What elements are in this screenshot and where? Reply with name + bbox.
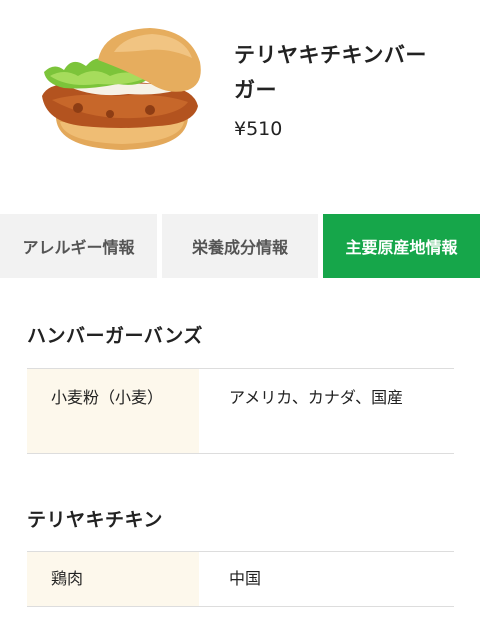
- tab-nutrition-info[interactable]: 栄養成分情報: [162, 214, 318, 278]
- ingredient-name: 小麦粉（小麦）: [27, 369, 199, 453]
- burger-image: [42, 28, 201, 150]
- origin-country: 中国: [229, 569, 262, 588]
- section-title-buns: ハンバーガーバンズ: [27, 325, 203, 347]
- product-price: ¥510: [234, 118, 283, 140]
- product-name: テリヤキチキンバーガー: [234, 43, 427, 102]
- origin-country: アメリカ、カナダ、国産: [229, 388, 404, 407]
- ingredient-name: 鶏肉: [27, 552, 199, 606]
- table-row: 鶏肉 中国: [27, 551, 454, 607]
- tab-origin-info[interactable]: 主要原産地情報: [323, 214, 480, 278]
- section-title-chicken: テリヤキチキン: [27, 509, 163, 531]
- table-row: 小麦粉（小麦） アメリカ、カナダ、国産: [27, 368, 454, 454]
- product-header: テリヤキチキンバーガー ¥510: [0, 0, 480, 190]
- tab-allergy-info[interactable]: アレルギー情報: [0, 214, 157, 278]
- info-tabs: アレルギー情報 栄養成分情報 主要原産地情報: [0, 214, 480, 278]
